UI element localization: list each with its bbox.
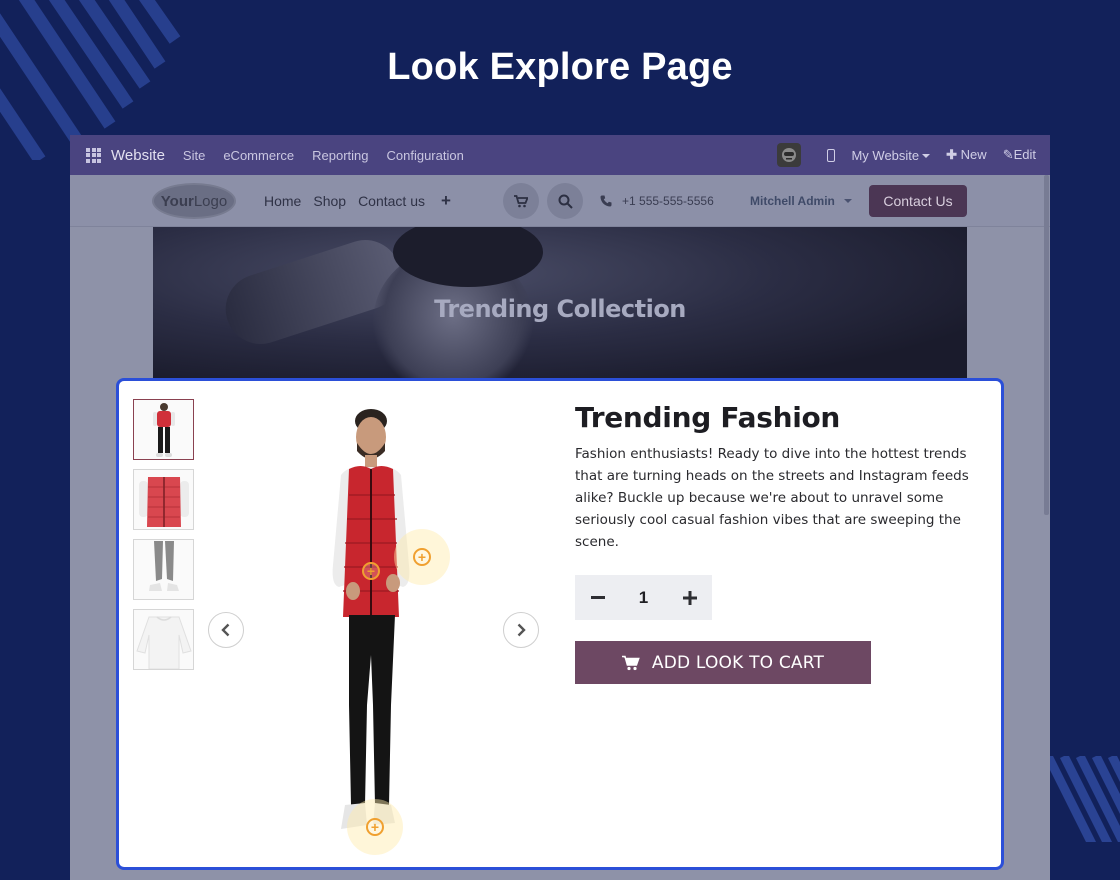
add-look-to-cart-label: ADD LOOK TO CART bbox=[651, 652, 825, 673]
user-menu[interactable]: Mitchell Admin bbox=[750, 175, 852, 227]
menu-ecommerce[interactable]: eCommerce bbox=[223, 148, 294, 163]
plus-icon bbox=[682, 590, 697, 605]
thumbnail-full-look[interactable] bbox=[133, 399, 194, 460]
decrease-quantity-button[interactable] bbox=[575, 575, 620, 620]
phone-icon bbox=[600, 195, 612, 207]
pencil-icon: ✎ bbox=[1002, 147, 1014, 162]
menu-configuration[interactable]: Configuration bbox=[387, 148, 464, 163]
plus-icon: ✚ bbox=[946, 147, 958, 162]
page-heading: Look Explore Page bbox=[387, 46, 733, 88]
minus-icon bbox=[590, 595, 605, 599]
phone-text: +1 555-555-5556 bbox=[622, 194, 714, 208]
cart-button[interactable] bbox=[503, 183, 539, 219]
mobile-preview-icon[interactable] bbox=[827, 148, 836, 162]
app-name[interactable]: Website bbox=[111, 147, 165, 164]
nav-contact-us[interactable]: Contact us bbox=[358, 193, 425, 209]
plus-circle-icon: + bbox=[413, 548, 431, 566]
add-look-to-cart-button[interactable]: ADD LOOK TO CART bbox=[575, 641, 871, 684]
red-vest-image bbox=[138, 476, 189, 527]
search-icon bbox=[558, 194, 573, 209]
thumbnail-grey-pants[interactable] bbox=[133, 539, 194, 600]
chevron-left-icon bbox=[221, 623, 230, 637]
white-sweater-image bbox=[135, 615, 192, 669]
user-name: Mitchell Admin bbox=[750, 194, 835, 208]
caret-down-icon bbox=[922, 154, 931, 159]
user-avatar-icon[interactable] bbox=[777, 143, 802, 167]
next-image-button[interactable] bbox=[503, 612, 539, 648]
quantity-stepper: 1 bbox=[575, 575, 712, 620]
prev-image-button[interactable] bbox=[208, 612, 244, 648]
edit-button[interactable]: ✎Edit bbox=[1003, 147, 1036, 163]
full-look-image bbox=[152, 402, 175, 457]
caret-down-icon bbox=[843, 199, 852, 203]
increase-quantity-button[interactable] bbox=[667, 575, 712, 620]
nav-home[interactable]: Home bbox=[264, 193, 301, 209]
nav-shop[interactable]: Shop bbox=[313, 193, 346, 209]
odoo-top-bar: Website Site eCommerce Reporting Configu… bbox=[70, 135, 1050, 175]
cart-icon bbox=[514, 194, 528, 207]
look-quick-view-modal: + + + Trending Fashion Fashion enthusias… bbox=[116, 378, 1004, 870]
hero-title: Trending Collection bbox=[434, 295, 686, 323]
cart-icon bbox=[621, 655, 640, 670]
search-button[interactable] bbox=[547, 183, 583, 219]
contact-us-button[interactable]: Contact Us bbox=[869, 185, 967, 217]
plus-circle-icon: + bbox=[366, 818, 384, 836]
quantity-value[interactable]: 1 bbox=[624, 588, 664, 608]
thumbnail-red-vest[interactable] bbox=[133, 469, 194, 530]
decorative-stripes-bottom-right bbox=[1048, 756, 1120, 842]
new-button[interactable]: ✚ New bbox=[946, 147, 987, 163]
page-scrollbar[interactable] bbox=[1044, 175, 1049, 515]
thumbnail-white-sweater[interactable] bbox=[133, 609, 194, 670]
look-description: Fashion enthusiasts! Ready to dive into … bbox=[575, 446, 969, 550]
website-selector[interactable]: My Website bbox=[851, 148, 931, 163]
website-navbar: Your Logo Home Shop Contact us + +1 555-5… bbox=[70, 175, 1050, 227]
add-menu-plus-icon[interactable]: + bbox=[441, 191, 451, 211]
look-model-image bbox=[332, 409, 410, 829]
look-title: Trending Fashion bbox=[575, 401, 841, 434]
plus-circle-icon: + bbox=[362, 562, 380, 580]
apps-grid-icon[interactable] bbox=[86, 147, 101, 163]
hotspot-vest[interactable]: + bbox=[343, 543, 399, 599]
hotspot-sweater[interactable]: + bbox=[394, 529, 450, 585]
menu-reporting[interactable]: Reporting bbox=[312, 148, 368, 163]
site-logo[interactable]: Your Logo bbox=[152, 183, 236, 219]
hero-banner: Trending Collection bbox=[153, 227, 967, 381]
hotspot-shoes[interactable]: + bbox=[347, 799, 403, 855]
phone-number[interactable]: +1 555-555-5556 bbox=[600, 175, 714, 227]
grey-pants-image bbox=[148, 540, 179, 591]
chevron-right-icon bbox=[517, 623, 526, 637]
menu-site[interactable]: Site bbox=[183, 148, 205, 163]
